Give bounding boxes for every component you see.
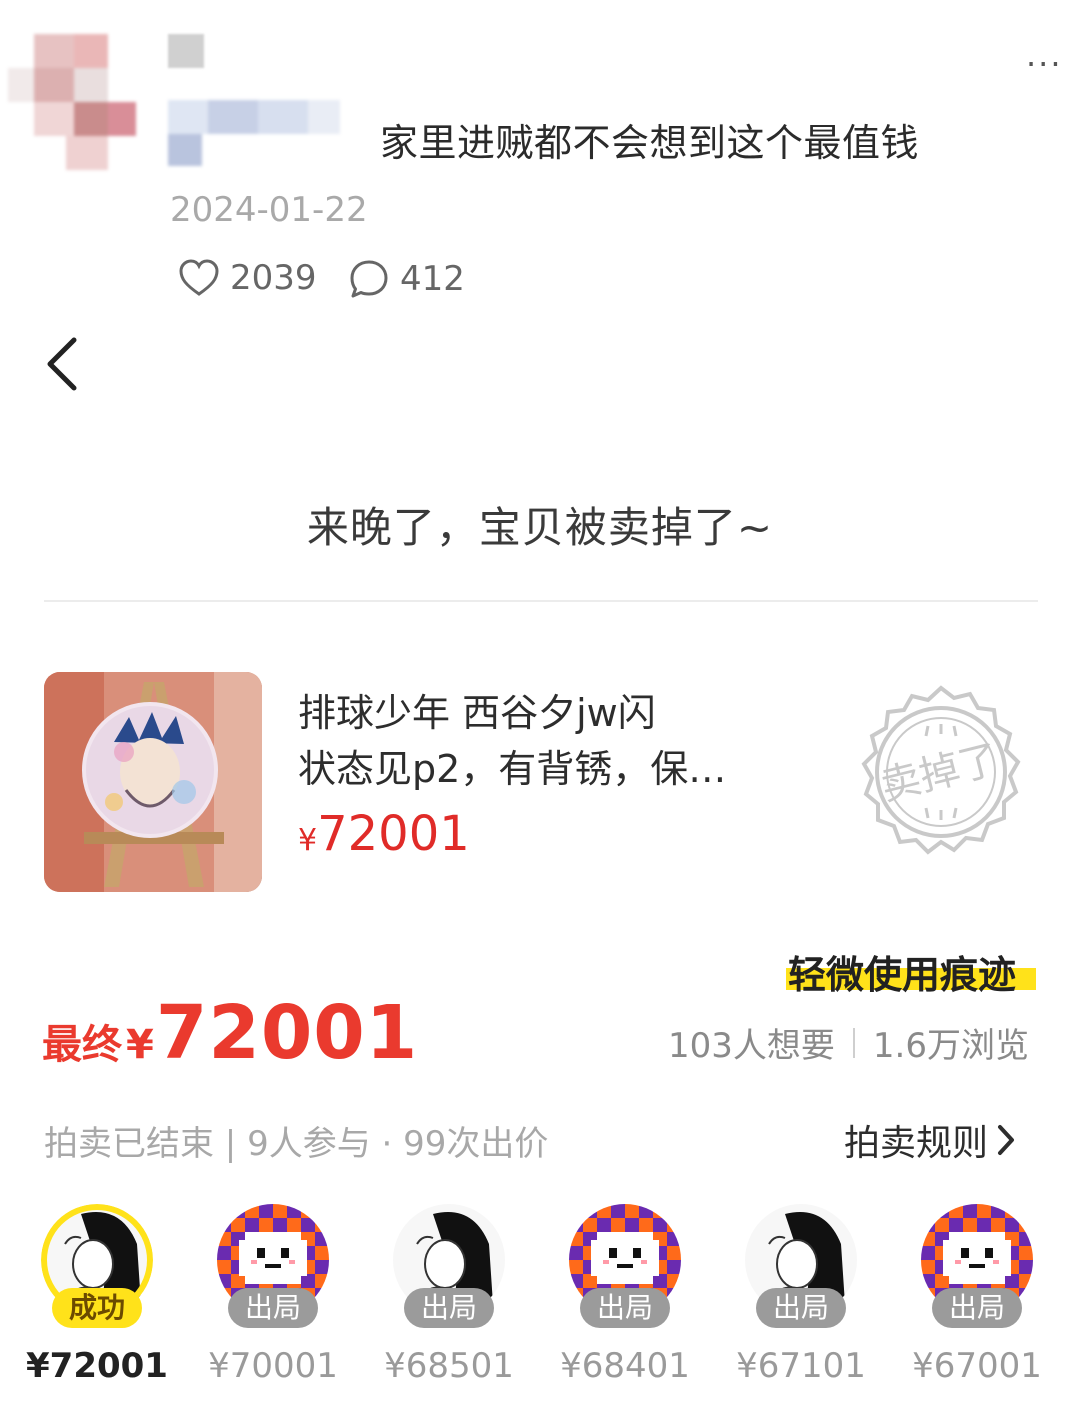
bidder-avatar-wrap: 出局 <box>374 1204 524 1328</box>
auction-rules-label: 拍卖规则 <box>844 1123 989 1164</box>
comment-count: 412 <box>400 259 465 299</box>
author-name-redacted-2 <box>168 100 340 166</box>
auction-rules-link[interactable]: 拍卖规则 <box>844 1114 1016 1166</box>
final-label: 最终 <box>42 1022 122 1068</box>
bidder-status-badge: 出局 <box>404 1288 494 1328</box>
interest-stats: 103人想要 1.6万浏览 <box>668 1018 1029 1067</box>
like-button[interactable]: 2039 <box>178 258 317 298</box>
bidder-item[interactable]: 出局 ¥68501 <box>374 1204 524 1386</box>
bidder-status-badge: 出局 <box>932 1288 1022 1328</box>
bidder-price: ¥68501 <box>384 1346 514 1386</box>
bidder-price: ¥68401 <box>560 1346 690 1386</box>
bidder-price: ¥67001 <box>912 1346 1042 1386</box>
item-price: ¥72001 <box>298 806 470 862</box>
chevron-right-icon <box>998 1125 1015 1155</box>
bidder-avatar-wrap: 出局 <box>726 1204 876 1328</box>
comment-bubble-icon <box>350 260 388 298</box>
view-count: 1.6万浏览 <box>872 1026 1029 1066</box>
bidder-item[interactable]: 出局 ¥68401 <box>550 1204 700 1386</box>
bidder-status-badge: 出局 <box>756 1288 846 1328</box>
item-price-value: 72001 <box>317 806 470 862</box>
post-date: 2024-01-22 <box>170 190 368 230</box>
bidder-item[interactable]: 出局 ¥70001 <box>198 1204 348 1386</box>
bidder-price: ¥70001 <box>208 1346 338 1386</box>
author-name-redacted <box>168 34 204 68</box>
bidder-price: ¥67101 <box>736 1346 866 1386</box>
heart-icon <box>179 259 219 296</box>
final-currency: ¥ <box>126 1022 154 1068</box>
sold-stamp-icon: 卖掉了 <box>861 685 1021 855</box>
more-options-icon[interactable]: ··· <box>1026 48 1070 80</box>
bidder-item[interactable]: 成功 ¥72001 <box>22 1204 172 1386</box>
bidder-avatar-wrap: 成功 <box>22 1204 172 1328</box>
bidder-item[interactable]: 出局 ¥67001 <box>902 1204 1052 1386</box>
bidder-status-badge: 出局 <box>228 1288 318 1328</box>
comment-button[interactable]: 412 <box>348 258 465 300</box>
wear-condition-tag: 轻微使用痕迹 <box>788 953 1017 997</box>
post-title: 家里进贼都不会想到这个最值钱 <box>380 121 920 165</box>
product-thumbnail[interactable] <box>44 672 262 892</box>
author-avatar[interactable] <box>8 28 148 173</box>
bidder-avatar-wrap: 出局 <box>198 1204 348 1328</box>
auction-status: 拍卖已结束 | 9人参与 · 99次出价 <box>44 1124 549 1164</box>
stats-separator <box>852 1027 855 1058</box>
bidder-price: ¥72001 <box>26 1346 168 1386</box>
currency-symbol: ¥ <box>298 823 318 858</box>
item-title-line-2[interactable]: 状态见p2，有背锈，保… <box>298 738 726 793</box>
badge-photo <box>44 672 262 892</box>
stamp-text: 卖掉了 <box>876 736 1004 810</box>
bidder-status-badge: 出局 <box>580 1288 670 1328</box>
bidder-avatar-wrap: 出局 <box>550 1204 700 1328</box>
back-arrow-icon[interactable] <box>40 334 84 394</box>
bidder-status-badge: 成功 <box>52 1288 142 1328</box>
like-count: 2039 <box>230 258 317 298</box>
bidder-item[interactable]: 出局 ¥67101 <box>726 1204 876 1386</box>
final-price-value: 72001 <box>155 990 419 1076</box>
final-price: 最终 ¥72001 <box>42 990 418 1076</box>
sold-out-message: 来晚了，宝贝被卖掉了~ <box>306 503 774 552</box>
want-count: 103人想要 <box>668 1026 835 1066</box>
divider <box>44 600 1038 602</box>
bidder-avatar-wrap: 出局 <box>902 1204 1052 1328</box>
item-title-line-1[interactable]: 排球少年 西谷夕jw闪 <box>298 682 656 737</box>
